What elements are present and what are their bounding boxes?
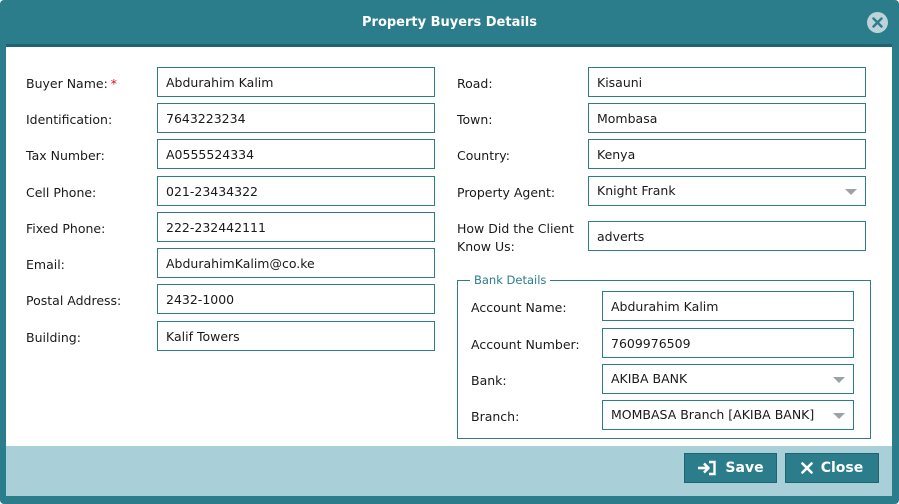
fixed-phone-input[interactable] — [157, 212, 435, 242]
account-name-input[interactable] — [602, 291, 854, 321]
tax-number-label: Tax Number: — [26, 148, 105, 163]
dialog-titlebar: Property Buyers Details — [0, 0, 899, 44]
bank-label: Bank: — [471, 373, 507, 388]
country-input[interactable] — [588, 139, 866, 169]
identification-label: Identification: — [26, 112, 113, 127]
email-input[interactable] — [157, 248, 435, 278]
buyer-name-input[interactable] — [157, 67, 435, 97]
property-agent-label: Property Agent: — [457, 185, 556, 200]
close-label: Close — [820, 460, 864, 476]
postal-address-input[interactable] — [157, 284, 435, 314]
bank-details-legend: Bank Details — [470, 272, 551, 288]
sign-in-icon — [698, 460, 717, 476]
how-know-label: How Did the Client Know Us: — [457, 221, 574, 254]
email-label: Email: — [26, 257, 65, 272]
postal-address-label: Postal Address: — [26, 293, 122, 308]
road-input[interactable] — [588, 67, 866, 97]
bank-value: AKIBA BANK — [611, 371, 688, 386]
close-circle-icon[interactable] — [867, 12, 888, 33]
account-number-label: Account Number: — [471, 337, 580, 352]
dialog-body: Buyer Name:* Identification: Tax Number:… — [6, 44, 892, 446]
bank-select[interactable]: AKIBA BANK — [602, 364, 854, 394]
tax-number-input[interactable] — [157, 139, 435, 169]
account-name-label: Account Name: — [471, 300, 567, 315]
chevron-down-icon — [833, 413, 845, 419]
property-agent-value: Knight Frank — [597, 183, 676, 198]
bank-details-group: Bank Details Account Name: Account Numbe… — [457, 272, 871, 439]
fixed-phone-label: Fixed Phone: — [26, 221, 106, 236]
building-label: Building: — [26, 330, 81, 345]
cell-phone-input[interactable] — [157, 176, 435, 206]
building-input[interactable] — [157, 321, 435, 351]
branch-label: Branch: — [471, 409, 520, 424]
chevron-down-icon — [845, 189, 857, 195]
save-button[interactable]: Save — [684, 453, 777, 483]
chevron-down-icon — [833, 377, 845, 383]
account-number-input[interactable] — [602, 328, 854, 358]
town-input[interactable] — [588, 103, 866, 133]
x-icon — [800, 462, 813, 474]
save-label: Save — [725, 460, 764, 476]
dialog-title: Property Buyers Details — [362, 14, 537, 30]
buyer-name-label: Buyer Name: * — [26, 76, 118, 91]
branch-value: MOMBASA Branch [AKIBA BANK] — [611, 407, 815, 422]
how-know-input[interactable] — [588, 221, 866, 251]
dialog-footer: Save Close — [6, 446, 892, 496]
close-button[interactable]: Close — [785, 453, 879, 483]
property-agent-select[interactable]: Knight Frank — [588, 176, 866, 206]
cell-phone-label: Cell Phone: — [26, 185, 97, 200]
branch-select[interactable]: MOMBASA Branch [AKIBA BANK] — [602, 400, 854, 430]
property-buyers-dialog: Property Buyers Details Buyer Name:* Ide… — [0, 0, 899, 504]
x-glyph — [872, 17, 883, 28]
identification-input[interactable] — [157, 103, 435, 133]
town-label: Town: — [457, 112, 493, 127]
country-label: Country: — [457, 148, 510, 163]
required-marker: * — [110, 76, 118, 91]
road-label: Road: — [457, 76, 493, 91]
